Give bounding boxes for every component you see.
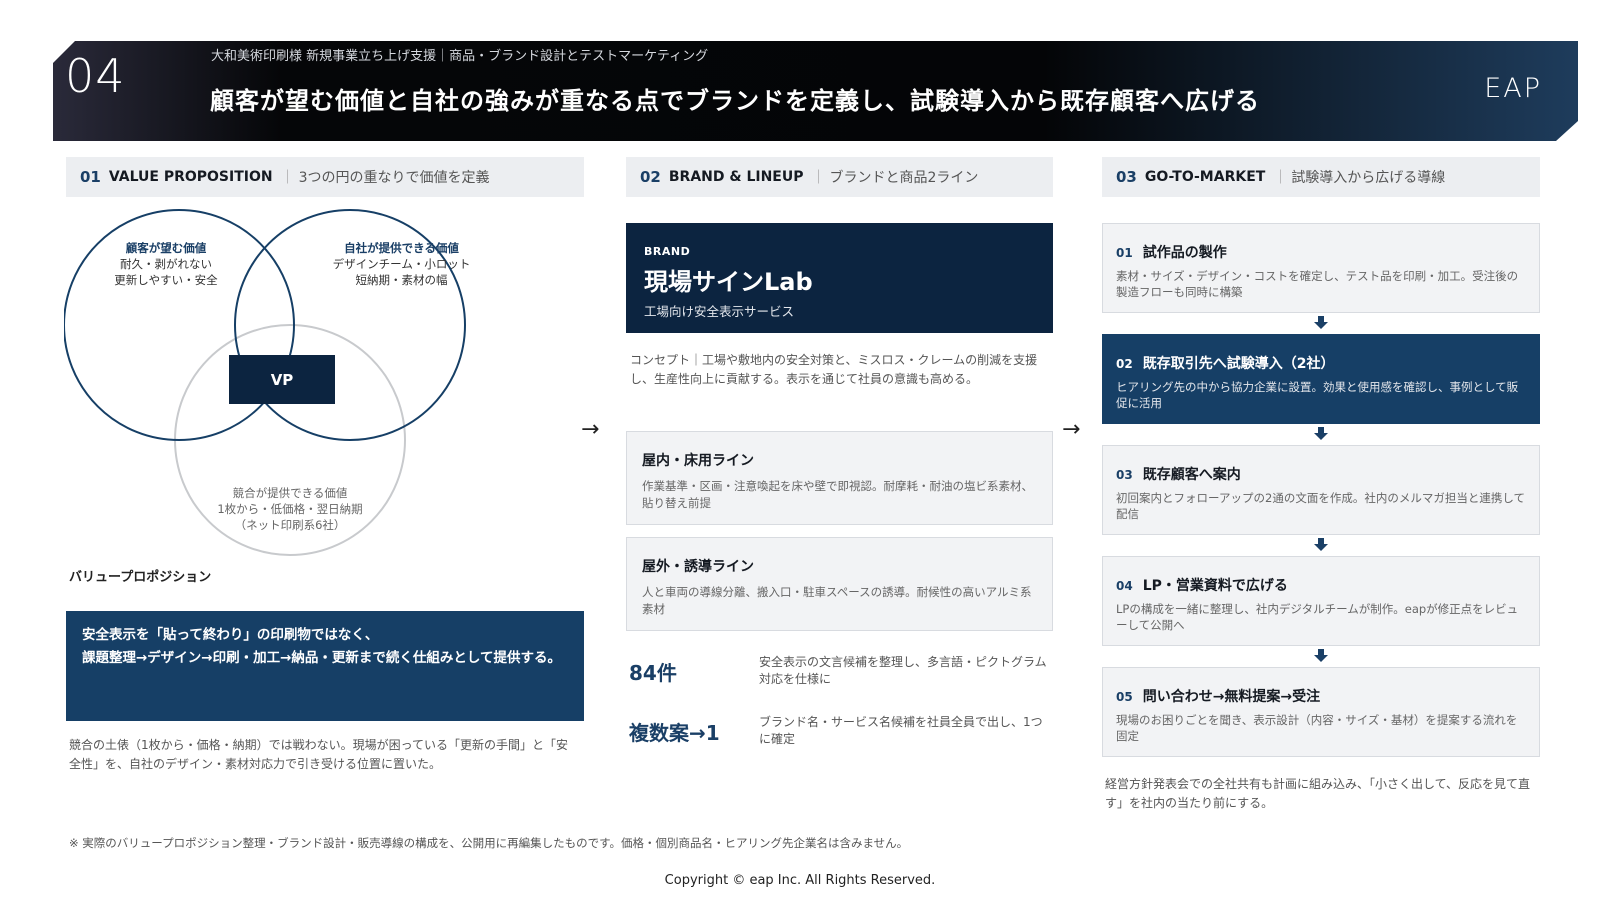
vp-center-box: VP [229, 355, 335, 404]
section-separator: ｜ [811, 170, 826, 186]
venn-label-competitor: 競合が提供できる価値 1枚から・低価格・翌日納期 （ネット印刷系6社） [195, 485, 385, 533]
down-arrow-icon [1314, 538, 1328, 552]
vp-statement-line1: 安全表示を「貼って終わり」の印刷物ではなく、 [82, 627, 379, 643]
stat-desc: ブランド名・サービス名候補を社員全員で出し、1つに確定 [759, 715, 1043, 746]
copyright: Copyright © eap Inc. All Rights Reserved… [664, 873, 936, 888]
gtm-note: 経営方針発表会での全社共有も計画に組み込み、「小さく出して、反応を見て直す」を社… [1105, 777, 1531, 810]
step-title: 既存取引先へ試験導入（2社） [1142, 356, 1335, 372]
gtm-step: 05 問い合わせ→無料提案→受注 現場のお困りごとを聞き、表示設計（内容・サイズ・… [1102, 667, 1540, 757]
gtm-step-active: 02 既存取引先へ試験導入（2社） ヒアリング先の中から協力企業に設置。効果と使用… [1102, 334, 1540, 424]
step-desc: LPの構成を一緒に整理し、社内デジタルチームが制作。eapが修正点をレビューして… [1116, 602, 1519, 632]
eap-logo: EAP [1484, 73, 1542, 104]
down-arrow-icon [1314, 316, 1328, 330]
brand-desc: 工場向け安全表示サービス [644, 304, 795, 319]
step-title: LP・営業資料で広げる [1142, 578, 1288, 594]
line-card-outdoor: 屋外・誘導ライン 人と車両の導線分離、搬入口・駐車スペースの誘導。耐候性の高いア… [626, 537, 1053, 631]
down-arrow-icon [1314, 427, 1328, 441]
slide-number: 04 [65, 49, 126, 103]
section-separator: ｜ [280, 170, 295, 186]
section-title-jp: 試験導入から広げる導線 [1291, 170, 1446, 186]
section-title-jp: 3つの円の重なりで価値を定義 [298, 170, 490, 186]
step-title: 問い合わせ→無料提案→受注 [1142, 689, 1321, 705]
page-title: 顧客が望む価値と自社の強みが重なる点でブランドを定義し、試験導入から既存顧客へ広… [210, 87, 1260, 115]
venn-diagram: 顧客が望む価値 耐久・剥がれない 更新しやすい・安全 自社が提供できる価値 デザ… [64, 200, 514, 575]
venn-company-head: 自社が提供できる価値 [344, 241, 459, 255]
line-card-indoor: 屋内・床用ライン 作業基準・区画・注意喚起を床や壁で即視認。耐摩耗・耐油の塩ビ系… [626, 431, 1053, 525]
step-number: 05 [1116, 690, 1133, 704]
stat-desc: 安全表示の文言候補を整理し、多言語・ピクトグラム対応を仕様に [759, 655, 1047, 686]
step-title: 既存顧客へ案内 [1142, 467, 1241, 483]
gtm-step: 03 既存顧客へ案内 初回案内とフォローアップの2通の文面を作成。社内のメルマガ担… [1102, 445, 1540, 535]
gtm-step: 04 LP・営業資料で広げる LPの構成を一緒に整理し、社内デジタルチームが制作。… [1102, 556, 1540, 646]
line-desc: 作業基準・区画・注意喚起を床や壁で即視認。耐摩耗・耐油の塩ビ系素材、貼り替え前提 [642, 479, 1033, 510]
venn-customer-head: 顧客が望む価値 [125, 241, 207, 255]
header-subtitle: 大和美術印刷様 新規事業立ち上げ支援｜商品・ブランド設計とテストマーケティング [211, 49, 709, 64]
section-separator: ｜ [1273, 170, 1288, 186]
vp-title: バリュープロポジション [69, 570, 212, 585]
line-title: 屋内・床用ライン [642, 453, 754, 469]
gtm-step: 01 試作品の製作 素材・サイズ・デザイン・コストを確定し、テスト品を印刷・加工。… [1102, 223, 1540, 313]
section-title-en: BRAND & LINEUP [668, 169, 804, 185]
venn-company-line2: 短納期・素材の幅 [355, 273, 448, 287]
venn-competitor-line1: 1枚から・低価格・翌日納期 [217, 502, 363, 516]
arrow-to-gtm: → [1062, 417, 1081, 442]
line-title: 屋外・誘導ライン [642, 559, 754, 575]
venn-customer-line1: 耐久・剥がれない [120, 257, 212, 271]
step-desc: 素材・サイズ・デザイン・コストを確定し、テスト品を印刷・加工。受注後の製造フロー… [1116, 269, 1519, 299]
brand-concept: コンセプト｜工場や敷地内の安全対策と、ミスロス・クレームの削減を支援し、生産性向… [630, 353, 1038, 386]
footnote: ※ 実際のバリュープロポジション整理・ブランド設計・販売導線の構成を、公開用に再… [69, 836, 909, 850]
section-number: 02 [640, 168, 661, 186]
venn-company-line1: デザインチーム・小ロット [332, 257, 471, 271]
step-number: 01 [1116, 246, 1133, 260]
venn-competitor-line2: （ネット印刷系6社） [234, 518, 346, 532]
header-banner: 04 大和美術印刷様 新規事業立ち上げ支援｜商品・ブランド設計とテストマーケティ… [53, 41, 1578, 141]
venn-label-customer: 顧客が望む価値 耐久・剥がれない 更新しやすい・安全 [86, 240, 246, 288]
section-title-en: VALUE PROPOSITION [108, 169, 273, 185]
venn-customer-line2: 更新しやすい・安全 [114, 273, 218, 287]
brand-name: 現場サインLab [644, 268, 813, 296]
arrow-to-brand: → [581, 417, 600, 442]
vp-note: 競合の土俵（1枚から・価格・納期）では戦わない。現場が困っている「更新の手間」と… [69, 738, 569, 771]
venn-competitor-head: 競合が提供できる価値 [232, 486, 348, 500]
down-arrow-icon [1314, 649, 1328, 663]
section-title-en: GO-TO-MARKET [1144, 169, 1266, 185]
section-head-value-proposition: 01 VALUE PROPOSITION ｜ 3つの円の重なりで価値を定義 [66, 157, 584, 197]
section-number: 01 [80, 168, 101, 186]
stat-value: 84件 [629, 661, 677, 685]
section-head-brand-lineup: 02 BRAND & LINEUP ｜ ブランドと商品2ライン [626, 157, 1053, 197]
venn-label-company: 自社が提供できる価値 デザインチーム・小ロット 短納期・素材の幅 [314, 240, 489, 288]
line-desc: 人と車両の導線分離、搬入口・駐車スペースの誘導。耐候性の高いアルミ系素材 [642, 585, 1032, 616]
stat-value: 複数案→1 [629, 721, 720, 745]
brand-tag: BRAND [644, 245, 691, 258]
step-desc: 初回案内とフォローアップの2通の文面を作成。社内のメルマガ担当と連携して配信 [1116, 491, 1526, 521]
brand-box: BRAND 現場サインLab 工場向け安全表示サービス [626, 223, 1053, 333]
vp-statement-line2: 課題整理→デザイン→印刷・加工→納品・更新まで続く仕組みとして提供する。 [82, 650, 562, 666]
step-number: 03 [1116, 468, 1133, 482]
step-number: 02 [1116, 357, 1133, 371]
step-desc: 現場のお困りごとを聞き、表示設計（内容・サイズ・基材）を提案する流れを固定 [1116, 713, 1518, 743]
step-desc: ヒアリング先の中から協力企業に設置。効果と使用感を確認し、事例として販促に活用 [1116, 380, 1519, 410]
vp-statement: 安全表示を「貼って終わり」の印刷物ではなく、 課題整理→デザイン→印刷・加工→納… [66, 611, 584, 721]
step-number: 04 [1116, 579, 1133, 593]
section-number: 03 [1116, 168, 1137, 186]
step-title: 試作品の製作 [1142, 245, 1227, 261]
section-head-go-to-market: 03 GO-TO-MARKET ｜ 試験導入から広げる導線 [1102, 157, 1540, 197]
section-title-jp: ブランドと商品2ライン [829, 170, 979, 186]
